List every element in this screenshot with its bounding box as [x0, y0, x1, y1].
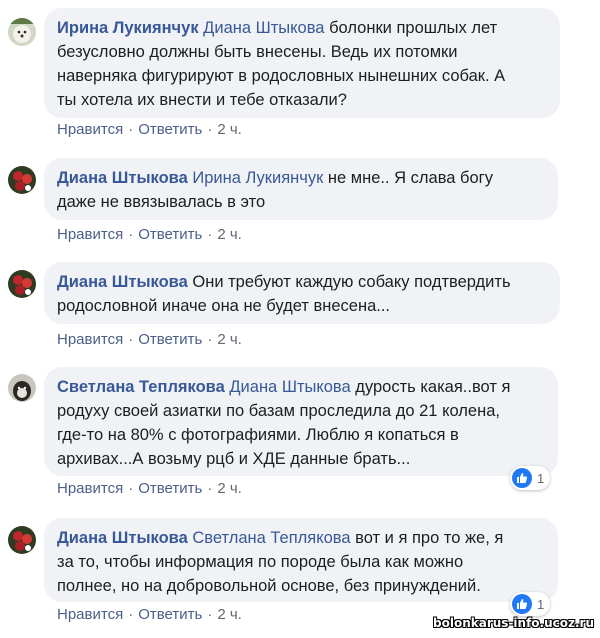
separator-dot: · [207, 606, 213, 623]
comment-author[interactable]: Ирина Лукиянчук [57, 19, 199, 37]
comment-mention[interactable]: Светлана Теплякова [192, 529, 350, 547]
separator-dot: · [128, 606, 134, 623]
comment-text-line: болонки прошлых лет [329, 19, 498, 37]
thumbs-up-icon [512, 594, 532, 614]
thumbs-up-icon [512, 468, 532, 488]
comment-text-line: полнее, но на добровольной основе, без п… [57, 577, 481, 595]
reaction-count: 1 [537, 596, 545, 612]
reply-link[interactable]: Ответить [138, 121, 202, 138]
comment-text-line: родуху своей азиатки по базам проследила… [57, 402, 500, 420]
separator-dot: · [207, 226, 213, 243]
like-link[interactable]: Нравится [57, 606, 123, 623]
separator-dot: · [128, 331, 134, 348]
avatar-flowers-image [8, 526, 36, 554]
like-link[interactable]: Нравится [57, 480, 123, 497]
avatar-dog-image [8, 374, 36, 402]
reaction-badge[interactable]: 1 [510, 592, 551, 616]
avatar-flowers-image [8, 270, 36, 298]
comment-actions: Нравится · Ответить · 2 ч. [57, 606, 242, 624]
like-link[interactable]: Нравится [57, 226, 123, 243]
comment-bubble: Диана Штыкова Они требуют каждую собаку … [44, 262, 560, 324]
comment-text-line: не мне.. Я слава богу [327, 169, 493, 187]
separator-dot: · [128, 480, 134, 497]
reply-link[interactable]: Ответить [138, 606, 202, 623]
comment-mention[interactable]: Диана Штыкова [229, 378, 350, 396]
comment-mention[interactable]: Диана Штыкова [203, 19, 324, 37]
reaction-badge[interactable]: 1 [510, 466, 551, 490]
reply-link[interactable]: Ответить [138, 480, 202, 497]
comment-author[interactable]: Светлана Теплякова [57, 378, 225, 396]
avatar-dog-image [8, 18, 36, 46]
comment-time[interactable]: 2 ч. [217, 121, 242, 138]
reaction-count: 1 [537, 470, 545, 486]
avatar-flowers-image [8, 166, 36, 194]
like-link[interactable]: Нравится [57, 331, 123, 348]
comment-text-line: Они требуют каждую собаку подтвердить [192, 273, 511, 291]
comment-bubble: Диана Штыкова Ирина Лукиянчук не мне.. Я… [44, 158, 558, 220]
comment-author[interactable]: Диана Штыкова [57, 169, 188, 187]
avatar[interactable] [8, 526, 36, 554]
comment-text-line: архивах...А возьму рцб и ХДЕ данные брат… [57, 450, 411, 468]
comment-text-line: наверняка фигурируют в родословных нынеш… [57, 67, 506, 85]
comment-actions: Нравится · Ответить · 2 ч. [57, 226, 242, 244]
comment-text-line: безусловно должны быть внесены. Ведь их … [57, 43, 458, 61]
separator-dot: · [128, 121, 134, 138]
comment-bubble: Светлана Теплякова Диана Штыкова дурость… [44, 367, 558, 476]
comment-text-line: за то, чтобы информация по породе была к… [57, 553, 464, 571]
reply-link[interactable]: Ответить [138, 226, 202, 243]
comment-author[interactable]: Диана Штыкова [57, 273, 188, 291]
comment-text-line: вот и я про то же, я [355, 529, 504, 547]
avatar[interactable] [8, 18, 36, 46]
comment-time[interactable]: 2 ч. [217, 606, 242, 623]
comment-text-line: даже не ввязывалась в это [57, 193, 266, 211]
comment-text-line: дурость какая..вот я [355, 378, 511, 396]
comment-text-line: родословной иначе она не будет внесена..… [57, 297, 391, 315]
comment-time[interactable]: 2 ч. [217, 480, 242, 497]
separator-dot: · [207, 480, 213, 497]
avatar[interactable] [8, 270, 36, 298]
comment-bubble: Диана Штыкова Светлана Теплякова вот и я… [44, 518, 558, 602]
comment-actions: Нравится · Ответить · 2 ч. [57, 331, 242, 349]
comment-actions: Нравится · Ответить · 2 ч. [57, 121, 242, 139]
comment-time[interactable]: 2 ч. [217, 226, 242, 243]
comment-author[interactable]: Диана Штыкова [57, 529, 188, 547]
separator-dot: · [207, 121, 213, 138]
avatar[interactable] [8, 166, 36, 194]
comment-text-line: ты хотела их внести и тебе отказали? [57, 91, 347, 109]
comment-text-line: где-то на 80% с фотографиями. Люблю я ко… [57, 426, 459, 444]
separator-dot: · [128, 226, 134, 243]
comment-mention[interactable]: Ирина Лукиянчук [192, 169, 323, 187]
separator-dot: · [207, 331, 213, 348]
like-link[interactable]: Нравится [57, 121, 123, 138]
comment-actions: Нравится · Ответить · 2 ч. [57, 480, 242, 498]
reply-link[interactable]: Ответить [138, 331, 202, 348]
comment-time[interactable]: 2 ч. [217, 331, 242, 348]
watermark: bolonkarus-info.ucoz.ru [433, 616, 594, 630]
comment-bubble: Ирина Лукиянчук Диана Штыкова болонки пр… [44, 8, 560, 118]
avatar[interactable] [8, 374, 36, 402]
